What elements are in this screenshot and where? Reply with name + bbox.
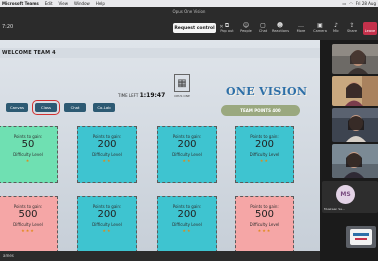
menubar-clock: Fri 28 Aug: [355, 1, 376, 6]
status-bar: ames: [0, 251, 320, 261]
challenge-card[interactable]: Points to gain: 500 Difficulty Level ★★★: [0, 196, 58, 251]
challenge-card[interactable]: Points to gain: 500 Difficulty Level ★★★: [235, 196, 294, 251]
menu-window[interactable]: Window: [74, 1, 90, 6]
opus-logo-icon: ▦: [174, 74, 190, 92]
mic-icon: ♪: [334, 22, 338, 29]
challenge-card[interactable]: Points to gain: 200 Difficulty Level ★★: [157, 196, 217, 251]
participant-video-feed: [332, 76, 378, 106]
reactions-button[interactable]: ☻ Reactions: [272, 22, 289, 34]
participant-tile-muskaan[interactable]: MS Muskaan Sa...: [322, 181, 378, 213]
tab-co-lab[interactable]: Co-Lab: [93, 103, 115, 112]
participant-video[interactable]: [332, 76, 378, 106]
pop-out-icon: ⧉: [224, 22, 230, 29]
menu-help[interactable]: Help: [96, 1, 105, 6]
time-left: TIME LEFT 1:19:47: [118, 92, 165, 99]
meeting-toolbar: Opus One Vision 7:20 Request control ✕ ⧉…: [0, 7, 378, 40]
people-icon: ☺: [242, 22, 250, 29]
request-control-button[interactable]: Request control: [173, 23, 216, 33]
difficulty-stars-icon: ★★: [259, 158, 270, 163]
avatar: MS: [336, 185, 355, 204]
difficulty-stars-icon: ★★: [102, 158, 112, 163]
shared-screen: WELCOME TEAM 4 ▦ OPUS ONE TIME LEFT 1:19…: [0, 40, 320, 251]
battery-icon: ▭: [342, 1, 347, 6]
brand-title: ONE VISION: [226, 85, 308, 98]
challenge-grid: Points to gain: 50 Difficulty Level ★ Po…: [0, 126, 320, 251]
camera-icon: ▣: [317, 22, 323, 29]
challenge-card[interactable]: Points to gain: 200 Difficulty Level ★★: [77, 126, 137, 183]
leave-button[interactable]: Leave: [363, 22, 377, 35]
participant-video-feed: [332, 44, 378, 74]
camera-button[interactable]: ▣ Camera: [312, 22, 328, 34]
chat-icon: ▢: [260, 22, 266, 29]
participant-video[interactable]: [332, 44, 378, 74]
participant-video-feed: [332, 108, 378, 142]
reactions-icon: ☻: [276, 22, 284, 29]
participant-video-feed: [332, 144, 378, 178]
difficulty-stars-icon: ★★: [182, 158, 192, 163]
board-tabs: Canvas Class Chat Co-Lab: [6, 100, 122, 115]
mac-menu-bar: Microsoft Teams Edit View Window Help ▭ …: [0, 0, 378, 7]
difficulty-stars-icon: ★★: [182, 228, 192, 233]
challenge-card[interactable]: Points to gain: 200 Difficulty Level ★★: [157, 126, 217, 183]
team-title: WELCOME TEAM 4: [2, 50, 56, 56]
difficulty-stars-icon: ★★★: [257, 228, 272, 233]
people-button[interactable]: ☺ People: [238, 22, 254, 34]
challenge-card[interactable]: Points to gain: 50 Difficulty Level ★: [0, 126, 58, 183]
teams-window: Microsoft Teams Edit View Window Help ▭ …: [0, 0, 378, 261]
wifi-icon: ◠: [349, 1, 353, 6]
participant-video[interactable]: [332, 108, 378, 142]
difficulty-stars-icon: ★: [25, 158, 31, 163]
challenge-card[interactable]: Points to gain: 200 Difficulty Level ★★: [235, 126, 294, 183]
chat-button[interactable]: ▢ Chat: [255, 22, 271, 34]
self-video[interactable]: [346, 226, 376, 248]
tab-class[interactable]: Class: [32, 100, 60, 115]
share-button[interactable]: ⇪ Share: [344, 22, 360, 34]
self-video-feed: [346, 226, 376, 248]
more-icon: …: [298, 22, 304, 29]
meeting-timer: 7:20: [2, 24, 14, 30]
logo-caption: OPUS ONE: [174, 94, 190, 98]
difficulty-stars-icon: ★★: [102, 228, 112, 233]
menu-app-name[interactable]: Microsoft Teams: [2, 1, 39, 6]
participant-name: Muskaan Sa...: [324, 207, 345, 211]
tab-canvas[interactable]: Canvas: [6, 103, 28, 112]
menu-edit[interactable]: Edit: [45, 1, 53, 6]
participant-video[interactable]: [332, 144, 378, 178]
tab-chat[interactable]: Chat: [64, 103, 86, 112]
game-board: WELCOME TEAM 4 ▦ OPUS ONE TIME LEFT 1:19…: [0, 40, 320, 251]
team-points-badge: TEAM POINTS 400: [221, 105, 300, 116]
challenge-card[interactable]: Points to gain: 200 Difficulty Level ★★: [77, 196, 137, 251]
menu-view[interactable]: View: [59, 1, 69, 6]
share-icon: ⇪: [349, 22, 355, 29]
mic-button[interactable]: ♪ Mic: [328, 22, 344, 34]
more-button[interactable]: … More: [293, 22, 309, 34]
time-left-value: 1:19:47: [139, 92, 166, 99]
window-title: Opus One Vision: [172, 9, 206, 14]
menubar-status: ▭ ◠ Fri 28 Aug: [340, 0, 377, 7]
pop-out-button[interactable]: ⧉ Pop out: [219, 22, 235, 34]
difficulty-stars-icon: ★★★: [21, 228, 35, 233]
time-left-label: TIME LEFT: [118, 93, 139, 98]
